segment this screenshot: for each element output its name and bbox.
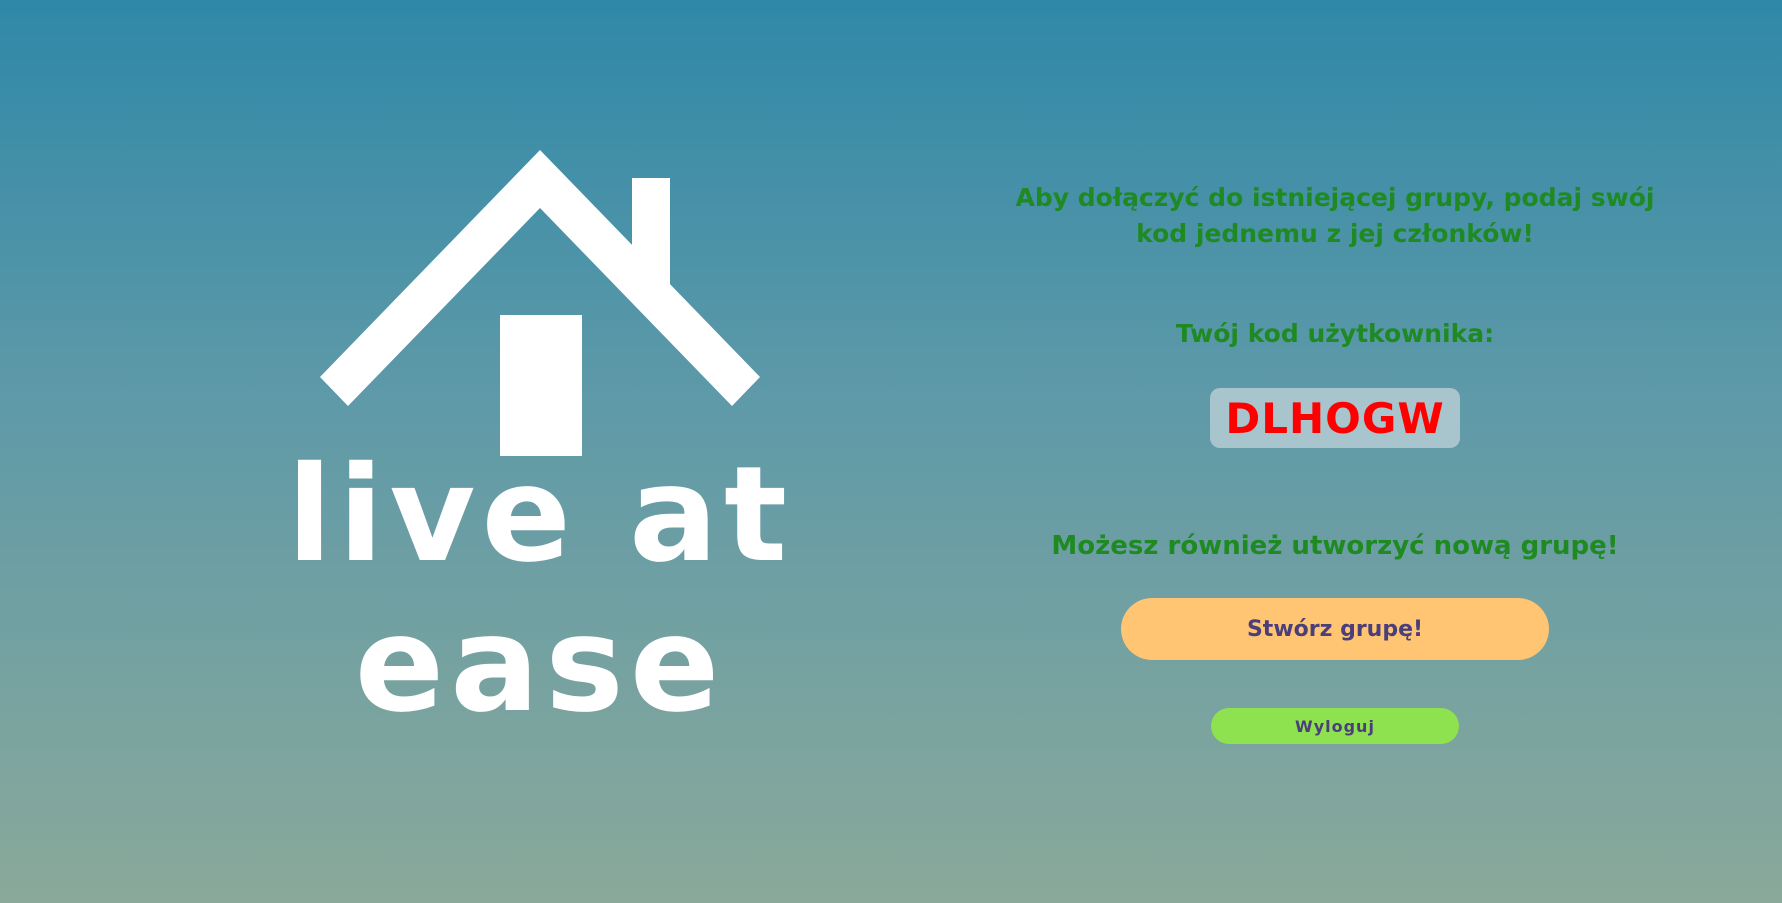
- house-icon: live at ease: [290, 150, 790, 742]
- group-panel: Aby dołączyć do istniejącej grupy, podaj…: [960, 180, 1710, 744]
- join-group-message: Aby dołączyć do istniejącej grupy, podaj…: [1015, 183, 1655, 248]
- create-group-message: Możesz również utworzyć nową grupę!: [1051, 531, 1619, 561]
- logout-button[interactable]: Wyloguj: [1211, 708, 1459, 744]
- logo-text-line1: live at: [290, 438, 790, 592]
- logo-text-line2: ease: [355, 588, 726, 742]
- live-at-ease-logo: live at ease: [290, 140, 790, 760]
- user-code-value: DLHOGW: [1225, 393, 1445, 443]
- create-group-button[interactable]: Stwórz grupę!: [1121, 598, 1549, 660]
- user-code-box: DLHOGW: [1210, 388, 1460, 448]
- user-code-label: Twój kod użytkownika:: [1175, 319, 1495, 348]
